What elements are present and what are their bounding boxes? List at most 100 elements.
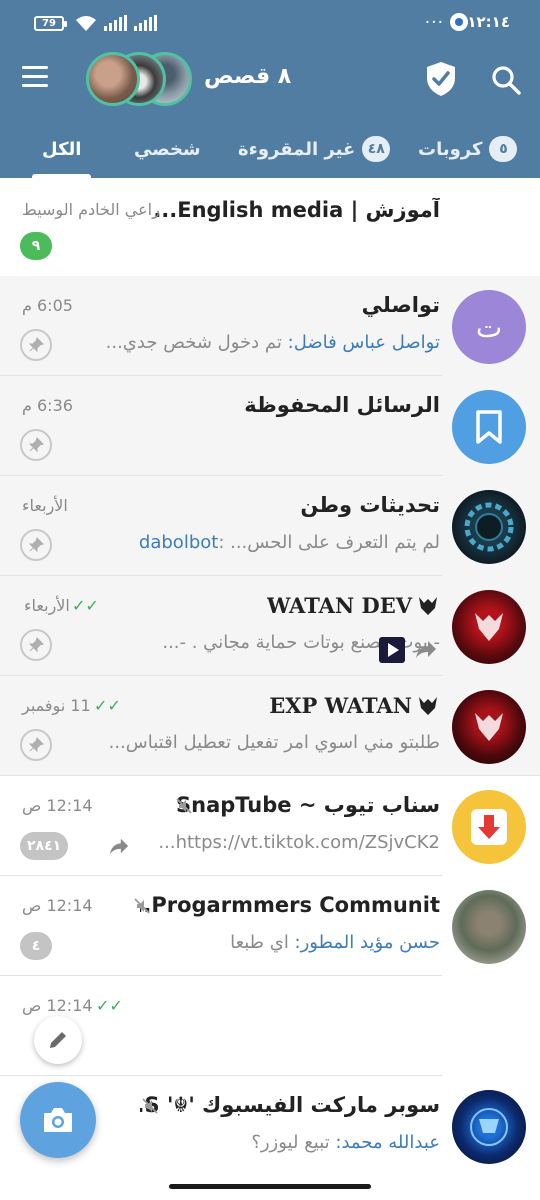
chat-preview: طلبتو مني اسوي امر تفعيل تعطيل اقتباس... — [109, 732, 440, 753]
folder-tabs: الكل شخصي ٤٨ غير المقروءة ٥ كروبات — [0, 120, 540, 178]
read-ticks-icon: ✓✓ — [72, 596, 99, 615]
signal-icon — [104, 15, 127, 31]
tab-all[interactable]: الكل — [32, 120, 92, 178]
toolbar: ٨ قصص — [0, 46, 540, 112]
search-icon[interactable] — [490, 64, 522, 96]
compose-button[interactable] — [34, 1016, 82, 1064]
message-text: تم دخول شخص جدي... — [105, 332, 288, 353]
forward-icon — [109, 838, 129, 855]
wolf-logo-icon — [475, 713, 503, 741]
message-sender: حسن مؤيد المطور: — [294, 932, 440, 953]
read-ticks-icon: ✓✓ — [94, 696, 121, 715]
avatar — [452, 490, 526, 564]
pin-icon — [20, 629, 52, 661]
chat-row-watan-updates[interactable]: تحديثات وطن لم يتم التعرف على الحس... :d… — [0, 476, 540, 576]
chat-preview: حسن مؤيد المطور: اي طبعا — [230, 932, 440, 953]
muted-icon — [176, 798, 192, 814]
stories-avatars[interactable] — [86, 52, 196, 108]
chat-row-empty[interactable]: ✓✓ 12:14 ص — [0, 976, 540, 1076]
home-indicator[interactable] — [169, 1184, 371, 1189]
chat-row-exp-watan[interactable]: EXP WATAN طلبتو مني اسوي امر تفعيل تعطيل… — [0, 676, 540, 776]
pin-icon — [20, 729, 52, 761]
unread-badge: ٢٨٤١ — [20, 832, 69, 860]
chat-name: سناب تيوب ~ SnapTube — [176, 793, 440, 817]
bot-mention[interactable]: dabolbot — [139, 532, 218, 553]
battery-icon: 79 — [34, 16, 67, 31]
chat-name: آموزش | English media... — [153, 198, 440, 222]
muted-icon — [134, 898, 150, 914]
message-sender: عبدالله محمد: — [335, 1132, 440, 1153]
more-notifications-icon: ... — [424, 8, 444, 28]
chat-name: تحديثات وطن — [300, 493, 440, 517]
message-text: طلبتو مني اسوي امر تفعيل تعطيل اقتباس... — [108, 732, 440, 753]
message-text: تبيع ليوزر؟ — [251, 1132, 336, 1153]
read-ticks-icon: ✓✓ — [96, 996, 123, 1015]
avatar-letter: ت — [475, 310, 503, 344]
story-avatar[interactable] — [86, 52, 140, 106]
tab-groups[interactable]: ٥ كروبات — [418, 120, 518, 178]
chat-time: 11 نوفمبر — [22, 696, 91, 715]
chat-row-watan-dev[interactable]: WATAN DEV - بوت مصنع بوتات حماية مجاني .… — [0, 576, 540, 676]
chat-name: EXP WATAN — [269, 693, 412, 718]
bookmark-icon — [476, 410, 502, 444]
video-thumbnail-icon — [379, 637, 405, 663]
avatar — [452, 890, 526, 964]
chat-row-saved-messages[interactable]: الرسائل المحفوظة 6:36 م — [0, 376, 540, 476]
message-text: اي طبعا — [230, 932, 295, 953]
wifi-icon — [76, 16, 96, 31]
chat-name: Progarmmers Communit... — [140, 893, 440, 917]
chat-time: الأربعاء — [24, 596, 70, 615]
chat-row-programmers-community[interactable]: Progarmmers Communit... حسن مؤيد المطور:… — [0, 876, 540, 976]
chat-time: 6:05 م — [22, 296, 73, 315]
chat-time: 12:14 ص — [22, 796, 93, 815]
status-bar: ١٢:١٤ ... 79 — [0, 0, 540, 46]
tab-personal[interactable]: شخصي — [134, 120, 201, 178]
chat-row-snaptube[interactable]: سناب تيوب ~ SnapTube https://vt.tiktok.c… — [0, 776, 540, 876]
new-story-camera-button[interactable] — [20, 1082, 96, 1158]
camera-icon — [44, 1108, 72, 1132]
chat-preview: تواصل عباس فاضل: تم دخول شخص جدي... — [106, 332, 440, 353]
proxy-sponsor-label: راعي الخادم الوسيط — [22, 200, 160, 219]
wolf-emoji-icon — [419, 597, 437, 615]
telegram-notification-icon — [450, 13, 468, 31]
avatar — [452, 1090, 526, 1164]
gear-logo-icon — [464, 502, 514, 552]
stories-title[interactable]: ٨ قصص — [204, 64, 291, 89]
chat-time: الأربعاء — [22, 496, 68, 515]
shield-check-icon[interactable] — [424, 60, 458, 98]
avatar — [452, 690, 526, 764]
pin-icon — [20, 329, 52, 361]
chat-name: تواصلي — [361, 293, 440, 317]
pin-icon — [20, 429, 52, 461]
pin-icon — [20, 529, 52, 561]
tab-unread[interactable]: ٤٨ غير المقروءة — [238, 120, 391, 178]
tab-label: غير المقروءة — [238, 138, 356, 160]
tab-label: الكل — [42, 138, 82, 160]
chat-time: 12:14 ص — [22, 996, 93, 1015]
chat-name: WATAN DEV — [266, 593, 412, 618]
tab-label: كروبات — [418, 138, 483, 160]
market-logo-icon — [470, 1108, 508, 1146]
avatar — [452, 790, 526, 864]
hamburger-menu-icon[interactable] — [22, 66, 52, 96]
signal-icon-2 — [134, 15, 157, 31]
wolf-emoji-icon — [419, 697, 437, 715]
message-sender: تواصل عباس فاضل: — [287, 332, 440, 353]
chat-row-tawasuli[interactable]: ت تواصلي تواصل عباس فاضل: تم دخول شخص جد… — [0, 276, 540, 376]
unread-badge: ٤ — [20, 932, 52, 960]
tab-badge: ٤٨ — [362, 136, 391, 162]
link-preview: https://vt.tiktok.com/ZSjvCK2... — [158, 832, 440, 853]
chat-name: الرسائل المحفوظة — [244, 393, 440, 417]
message-text: لم يتم التعرف على الحس... : — [218, 532, 440, 553]
avatar — [452, 590, 526, 664]
wolf-logo-icon — [475, 613, 503, 641]
chat-time: 12:14 ص — [22, 896, 93, 915]
download-icon — [471, 809, 507, 845]
chat-list: آموزش | English media... راعي الخادم الو… — [0, 178, 540, 1178]
muted-icon — [142, 1098, 158, 1114]
chat-preview: لم يتم التعرف على الحس... :dabolbot — [139, 532, 440, 553]
tab-badge: ٥ — [489, 136, 518, 162]
forward-icon — [416, 641, 436, 658]
chat-row-english-media[interactable]: آموزش | English media... راعي الخادم الو… — [0, 178, 540, 278]
tab-label: شخصي — [134, 138, 201, 160]
